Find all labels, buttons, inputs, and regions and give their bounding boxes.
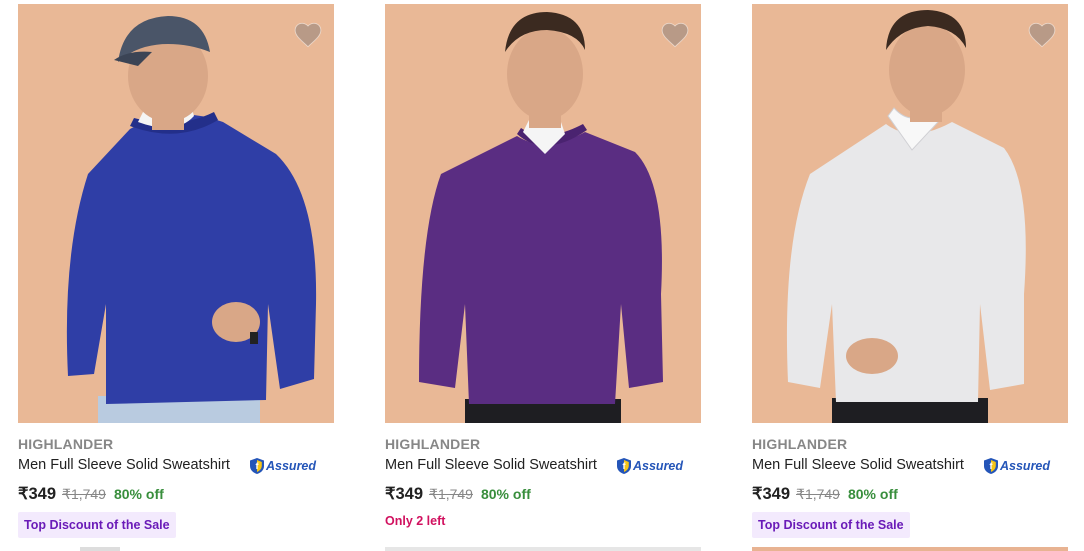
heart-icon[interactable] <box>294 22 322 48</box>
original-price: ₹1,749 <box>796 486 840 502</box>
discount-percent: 80% off <box>847 486 898 502</box>
product-card[interactable]: HIGHLANDER Men Full Sleeve Solid Sweatsh… <box>752 0 1068 551</box>
product-card[interactable]: HIGHLANDER Men Full Sleeve Solid Sweatsh… <box>18 0 334 551</box>
heart-icon[interactable] <box>661 22 689 48</box>
next-row-image-edge <box>385 547 701 551</box>
stock-note: Only 2 left <box>385 514 446 528</box>
assured-badge: f Assured <box>983 456 1050 476</box>
product-image[interactable] <box>385 4 701 423</box>
offer-tag: Top Discount of the Sale <box>752 512 910 538</box>
selling-price: ₹349 <box>385 485 424 503</box>
brand-name: HIGHLANDER <box>18 436 114 452</box>
next-row-image-edge <box>80 547 120 551</box>
shield-icon: f <box>617 458 631 474</box>
assured-label: Assured <box>633 459 684 473</box>
brand-name: HIGHLANDER <box>752 436 848 452</box>
shield-icon: f <box>250 458 264 474</box>
product-photo-blue-sweatshirt <box>18 4 334 423</box>
product-title[interactable]: Men Full Sleeve Solid Sweatshirt <box>385 457 597 473</box>
product-title[interactable]: Men Full Sleeve Solid Sweatshirt <box>752 457 964 473</box>
product-photo-purple-sweatshirt <box>385 4 701 423</box>
discount-percent: 80% off <box>480 486 531 502</box>
original-price: ₹1,749 <box>62 486 106 502</box>
price-row: ₹349 ₹1,749 80% off <box>18 484 164 504</box>
assured-label: Assured <box>266 459 317 473</box>
discount-percent: 80% off <box>113 486 164 502</box>
selling-price: ₹349 <box>752 485 791 503</box>
assured-badge: f Assured <box>616 456 683 476</box>
product-title[interactable]: Men Full Sleeve Solid Sweatshirt <box>18 457 230 473</box>
next-row-image-edge <box>752 547 1068 551</box>
selling-price: ₹349 <box>18 485 57 503</box>
assured-badge: f Assured <box>249 456 316 476</box>
product-image[interactable] <box>752 4 1068 423</box>
offer-tag-label: Top Discount of the Sale <box>24 518 170 532</box>
price-row: ₹349 ₹1,749 80% off <box>752 484 898 504</box>
price-row: ₹349 ₹1,749 80% off <box>385 484 531 504</box>
product-card[interactable]: HIGHLANDER Men Full Sleeve Solid Sweatsh… <box>385 0 701 551</box>
offer-tag: Top Discount of the Sale <box>18 512 176 538</box>
shield-icon: f <box>984 458 998 474</box>
product-photo-white-sweatshirt <box>752 4 1068 423</box>
assured-label: Assured <box>1000 459 1051 473</box>
brand-name: HIGHLANDER <box>385 436 481 452</box>
offer-tag-label: Top Discount of the Sale <box>758 518 904 532</box>
heart-icon[interactable] <box>1028 22 1056 48</box>
product-image[interactable] <box>18 4 334 423</box>
original-price: ₹1,749 <box>429 486 473 502</box>
